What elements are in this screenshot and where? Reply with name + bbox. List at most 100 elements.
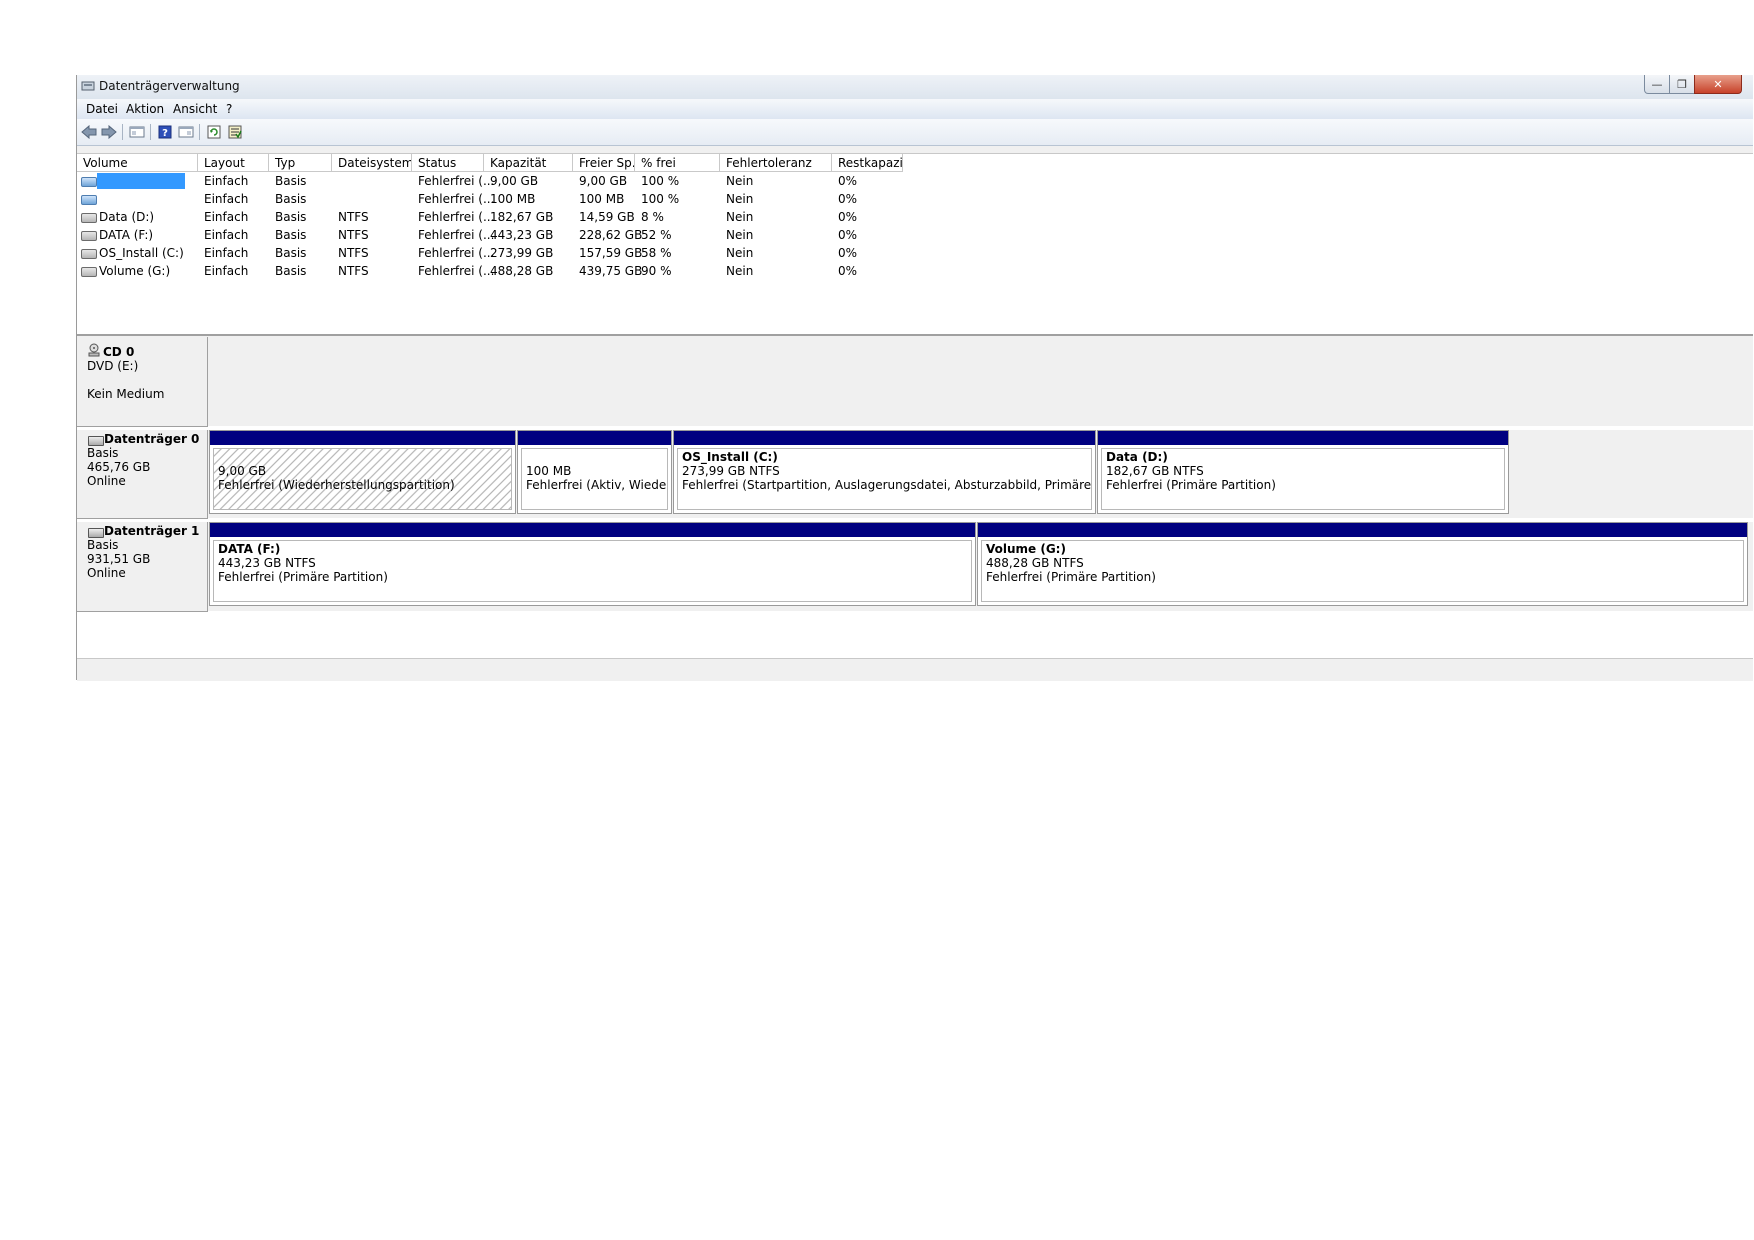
cell-fault: Nein (726, 264, 754, 278)
partition-body: 100 MB Fehlerfrei (Aktiv, Wiederherst (521, 448, 668, 510)
table-row[interactable]: OS_Install (C:) Einfach Basis NTFS Fehlerfre… (77, 245, 1753, 261)
column-header-status[interactable]: Status (412, 154, 484, 172)
partition-data-d[interactable]: Data (D:) 182,67 GB NTFS Fehlerfrei (Pri… (1097, 430, 1509, 514)
back-button[interactable] (80, 124, 98, 140)
disk-management-window: Datenträgerverwaltung — ❐ ✕ Datei Aktion… (76, 75, 1753, 681)
console-tree-icon (129, 126, 145, 138)
disk0-type: Basis (87, 446, 119, 460)
column-header-layout[interactable]: Layout (198, 154, 269, 172)
toolbar-separator (150, 124, 151, 140)
partition-title: DATA (F:) (218, 542, 281, 556)
column-header-fehlertoleranz[interactable]: Fehlertoleranz (720, 154, 832, 172)
table-row[interactable]: Einfach Basis Fehlerfrei (... 9,00 GB 9,00 G… (77, 173, 1753, 189)
disk1-label[interactable]: Datenträger 1 Basis 931,51 GB Online (77, 522, 208, 612)
cell-pct: 8 % (641, 210, 664, 224)
partition-body: DATA (F:) 443,23 GB NTFS Fehlerfrei (Pri… (213, 540, 972, 602)
cell-pct: 100 % (641, 174, 680, 188)
cell-pct: 52 % (641, 228, 672, 242)
refresh-icon (207, 125, 221, 139)
disk0-name: Datenträger 0 (104, 432, 200, 446)
maximize-button[interactable]: ❐ (1669, 75, 1695, 94)
menu-help[interactable]: ? (226, 102, 232, 116)
column-header-kapazitaet[interactable]: Kapazität (484, 154, 573, 172)
checklist-icon (228, 125, 242, 139)
table-row[interactable]: Einfach Basis Fehlerfrei (... 100 MB 100 MB 1… (77, 191, 1753, 207)
cell-overhead: 0% (838, 246, 858, 260)
column-header-restkapazitaet[interactable]: Restkapazi... (832, 154, 903, 172)
menu-aktion[interactable]: Aktion (126, 102, 164, 116)
disk0-state: Online (87, 474, 126, 488)
table-row[interactable]: Volume (G:) Einfach Basis NTFS Fehlerfrei (.… (77, 263, 1753, 279)
cell-volume: DATA (F:) (99, 228, 154, 242)
cell-overhead: 0% (838, 174, 858, 188)
help-icon: ? (158, 125, 172, 139)
cell-free: 9,00 GB (579, 174, 628, 188)
forward-button[interactable] (100, 124, 118, 140)
partition-recovery[interactable]: 9,00 GB Fehlerfrei (Wiederherstellungspa… (209, 430, 516, 514)
disk0-label[interactable]: Datenträger 0 Basis 465,76 GB Online (77, 430, 208, 519)
menu-ansicht[interactable]: Ansicht (173, 102, 217, 116)
partition-body: 9,00 GB Fehlerfrei (Wiederherstellungspa… (213, 448, 512, 510)
column-header-dateisystem[interactable]: Dateisystem (332, 154, 412, 172)
window-title: Datenträgerverwaltung (99, 79, 240, 93)
properties-button[interactable] (177, 124, 195, 140)
disk1-area: DATA (F:) 443,23 GB NTFS Fehlerfrei (Pri… (208, 522, 1753, 611)
menu-datei[interactable]: Datei (86, 102, 118, 116)
cell-free: 157,59 GB (579, 246, 643, 260)
help-button[interactable]: ? (156, 124, 174, 140)
rescan-disks-button[interactable] (226, 124, 244, 140)
column-header-volume[interactable]: Volume (77, 154, 198, 172)
cell-typ: Basis (275, 174, 307, 188)
cd0-label[interactable]: CD 0 DVD (E:) Kein Medium (77, 337, 208, 427)
minimize-icon: — (1651, 77, 1663, 91)
column-header-prozent-frei[interactable]: % frei (635, 154, 720, 172)
cell-capacity: 100 MB (490, 192, 536, 206)
close-icon: ✕ (1713, 77, 1723, 91)
cell-fs: NTFS (338, 264, 369, 278)
cell-layout: Einfach (204, 228, 249, 242)
title-bar[interactable]: Datenträgerverwaltung — ❐ ✕ (77, 75, 1753, 99)
cell-free: 228,62 GB (579, 228, 643, 242)
cell-fault: Nein (726, 228, 754, 242)
cd-drive-icon (88, 343, 100, 357)
cell-capacity: 9,00 GB (490, 174, 539, 188)
partition-bar (518, 431, 671, 445)
cd0-area (208, 337, 1753, 426)
partition-data-f[interactable]: DATA (F:) 443,23 GB NTFS Fehlerfrei (Pri… (209, 522, 976, 606)
disk0-area: 9,00 GB Fehlerfrei (Wiederherstellungspa… (208, 430, 1753, 518)
minimize-button[interactable]: — (1644, 75, 1670, 94)
partition-body: OS_Install (C:) 273,99 GB NTFS Fehlerfre… (677, 448, 1092, 510)
partition-size: 182,67 GB NTFS (1106, 464, 1204, 478)
disk1-name: Datenträger 1 (104, 524, 200, 538)
disk1-type: Basis (87, 538, 119, 552)
column-header-typ[interactable]: Typ (269, 154, 332, 172)
partition-os-install-c[interactable]: OS_Install (C:) 273,99 GB NTFS Fehlerfre… (673, 430, 1096, 514)
partition-size: 488,28 GB NTFS (986, 556, 1084, 570)
cell-free: 100 MB (579, 192, 625, 206)
show-hide-console-tree-button[interactable] (128, 124, 146, 140)
cell-volume: OS_Install (C:) (99, 246, 184, 260)
partition-title: Volume (G:) (986, 542, 1066, 556)
hard-disk-icon (88, 436, 104, 446)
cell-layout: Einfach (204, 264, 249, 278)
cell-layout: Einfach (204, 192, 249, 206)
cell-fs: NTFS (338, 246, 369, 260)
table-row[interactable]: DATA (F:) Einfach Basis NTFS Fehlerfrei (...… (77, 227, 1753, 243)
arrow-right-icon (101, 125, 117, 139)
menu-bar: Datei Aktion Ansicht ? (77, 99, 1753, 119)
volume-icon (81, 231, 97, 241)
partition-title: OS_Install (C:) (682, 450, 778, 464)
cell-typ: Basis (275, 228, 307, 242)
cell-pct: 90 % (641, 264, 672, 278)
column-header-freier-speicher[interactable]: Freier Sp... (573, 154, 635, 172)
table-row[interactable]: Data (D:) Einfach Basis NTFS Fehlerfrei (...… (77, 209, 1753, 225)
partition-status: Fehlerfrei (Aktiv, Wiederherst (526, 478, 667, 492)
partition-system-reserved[interactable]: 100 MB Fehlerfrei (Aktiv, Wiederherst (517, 430, 672, 514)
partition-bar (1098, 431, 1508, 445)
refresh-button[interactable] (205, 124, 223, 140)
cell-fault: Nein (726, 174, 754, 188)
partition-volume-g[interactable]: Volume (G:) 488,28 GB NTFS Fehlerfrei (P… (977, 522, 1748, 606)
close-button[interactable]: ✕ (1694, 75, 1742, 94)
partition-status: Fehlerfrei (Primäre Partition) (1106, 478, 1276, 492)
cell-overhead: 0% (838, 192, 858, 206)
